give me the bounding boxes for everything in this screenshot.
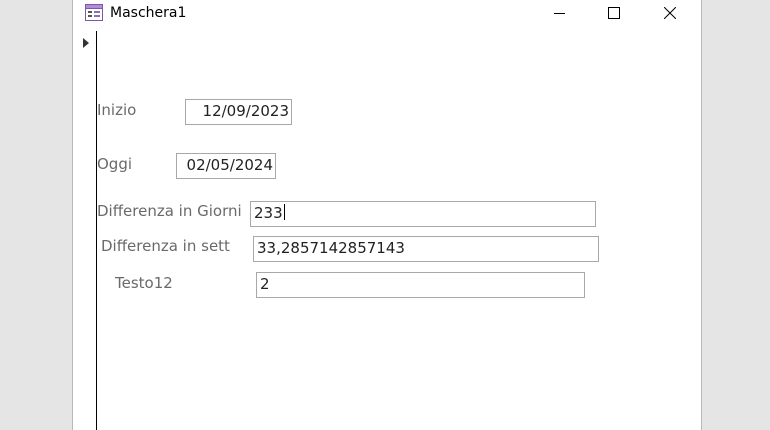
form-icon xyxy=(85,4,103,21)
differenza-giorni-value: 233 xyxy=(254,204,283,222)
testo12-field[interactable]: 2 xyxy=(256,272,585,298)
differenza-giorni-field[interactable]: 233 xyxy=(250,201,596,227)
oggi-label: Oggi xyxy=(97,155,133,173)
text-cursor xyxy=(283,204,285,220)
inizio-field[interactable]: 12/09/2023 xyxy=(185,99,292,125)
close-button[interactable] xyxy=(647,0,693,28)
minimize-button[interactable] xyxy=(537,0,583,28)
maximize-button[interactable] xyxy=(591,0,637,28)
minimize-icon xyxy=(554,13,565,14)
testo12-label: Testo12 xyxy=(115,274,173,292)
title-bar[interactable]: Maschera1 xyxy=(73,0,701,28)
record-selector[interactable] xyxy=(73,31,97,430)
close-icon xyxy=(664,7,676,19)
differenza-sett-label: Differenza in sett xyxy=(101,237,230,255)
inizio-label: Inizio xyxy=(97,101,137,119)
oggi-field[interactable]: 02/05/2024 xyxy=(176,153,276,179)
maximize-icon xyxy=(608,7,620,19)
differenza-giorni-label: Differenza in Giorni xyxy=(97,202,242,220)
form-window: Maschera1 Inizio 12/09/2023 Oggi 02/05/2… xyxy=(72,0,702,430)
differenza-sett-field[interactable]: 33,2857142857143 xyxy=(253,236,599,262)
current-record-arrow-icon xyxy=(83,38,89,48)
window-title: Maschera1 xyxy=(110,5,187,21)
